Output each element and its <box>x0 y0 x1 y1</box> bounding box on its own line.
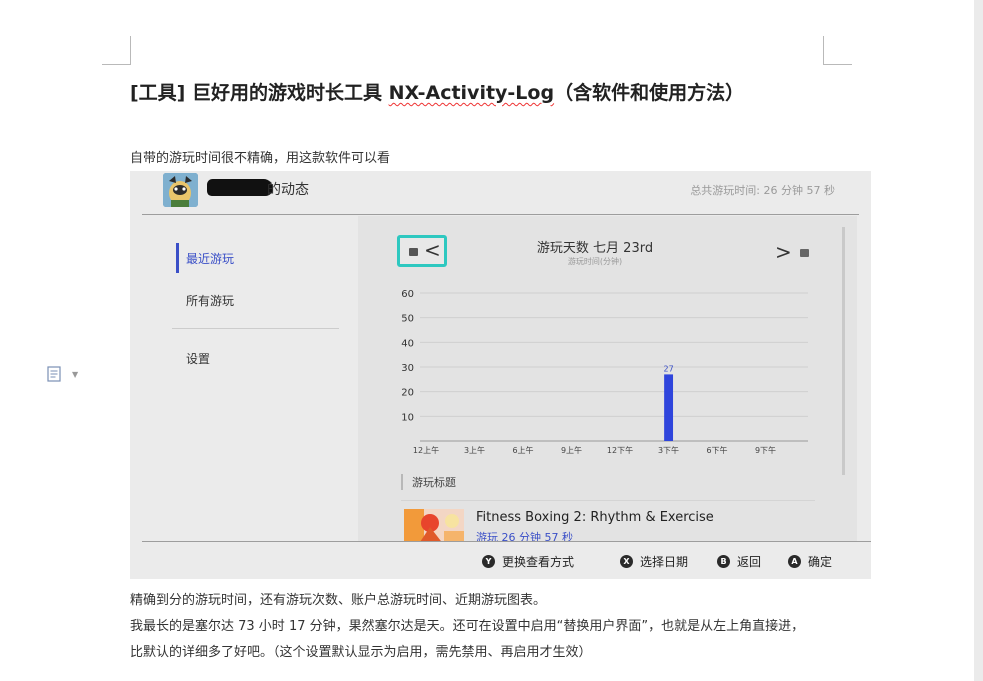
x-tick-label: 3上午 <box>464 445 485 455</box>
hint-label: 确定 <box>808 555 833 569</box>
x-button-icon: X <box>620 555 633 568</box>
nav-item-recent[interactable]: 最近游玩 <box>186 250 234 267</box>
x-tick-label: 12上午 <box>413 445 439 455</box>
x-tick-label: 6下午 <box>706 445 727 455</box>
y-tick-label: 60 <box>401 289 414 300</box>
prev-day-button[interactable]: < <box>397 235 447 267</box>
page-crop-mark-left <box>102 36 131 65</box>
l-button-icon <box>409 248 418 256</box>
b-button-icon: B <box>717 555 730 568</box>
button-hints-bar: Y 更换查看方式 X 选择日期 B 返回 A 确定 <box>130 542 871 579</box>
y-tick-label: 20 <box>401 388 414 399</box>
page-crop-mark-right <box>823 36 852 65</box>
paste-options-icon[interactable] <box>47 366 61 382</box>
chevron-left-icon: < <box>424 238 441 262</box>
playtime-chart: 10 20 30 40 50 60 12上午 3上午 6上午 9上午 12下午 3下午 6下午 9下午 27 <box>401 289 808 455</box>
chart-subtitle: 游玩时间(分钟) <box>567 257 623 266</box>
username-redacted <box>207 179 273 196</box>
title-prefix: [工具] 巨好用的游戏时长工具 <box>130 82 389 104</box>
y-tick-label: 10 <box>401 412 414 423</box>
body-paragraph-1: 精确到分的游玩时间，还有游玩次数、账户总游玩时间、近期游玩图表。 <box>130 593 547 608</box>
x-tick-label: 12下午 <box>607 445 633 455</box>
chevron-down-icon[interactable]: ▼ <box>72 370 78 379</box>
game-thumbnail[interactable] <box>404 509 464 545</box>
list-divider <box>401 500 815 501</box>
x-tick-label: 9下午 <box>755 445 776 455</box>
header-divider <box>142 214 859 215</box>
body-paragraph-3: 比默认的详细多了好吧。（这个设置默认显示为启用，需先禁用、再启用才生效） <box>130 645 592 660</box>
nav-item-settings[interactable]: 设置 <box>186 350 210 367</box>
bar <box>664 374 674 441</box>
nav-divider <box>172 328 339 329</box>
title-app-name: NX-Activity-Log <box>388 82 555 104</box>
hint-back[interactable]: B 返回 <box>717 553 761 570</box>
panel-scrollbar[interactable] <box>842 227 845 475</box>
total-playtime: 总共游玩时间: 26 分钟 57 秒 <box>690 184 835 197</box>
y-tick-label: 30 <box>401 363 414 374</box>
window-scrollbar[interactable] <box>974 0 983 681</box>
document-title: [工具] 巨好用的游戏时长工具 NX-Activity-Log（含软件和使用方法… <box>130 78 744 105</box>
chart-title: 游玩天数 七月 23rd <box>536 241 654 256</box>
x-tick-label: 3下午 <box>658 445 679 455</box>
hint-confirm[interactable]: A 确定 <box>788 553 832 570</box>
hint-change-view[interactable]: Y 更换查看方式 <box>482 553 574 570</box>
game-title[interactable]: Fitness Boxing 2: Rhythm & Exercise <box>476 510 714 525</box>
bar-value-label: 27 <box>663 364 673 373</box>
a-button-icon: A <box>788 555 801 568</box>
body-paragraph-2: 我最长的是塞尔达 73 小时 17 分钟，果然塞尔达是天。还可在设置中启用“替换… <box>130 619 805 634</box>
x-tick-label: 6上午 <box>512 445 533 455</box>
chevron-right-icon[interactable]: > <box>775 242 792 262</box>
hint-label: 更换查看方式 <box>502 555 575 569</box>
x-tick-label: 9上午 <box>561 445 582 455</box>
r-button-icon <box>800 249 809 257</box>
hint-label: 选择日期 <box>640 555 689 569</box>
nav-selected-indicator <box>176 243 179 273</box>
activity-title: 的动态 <box>267 182 309 198</box>
y-tick-label: 50 <box>401 314 414 325</box>
avatar-icon <box>163 173 198 207</box>
hint-label: 返回 <box>737 555 762 569</box>
embedded-screenshot: 的动态 总共游玩时间: 26 分钟 57 秒 最近游玩 所有游玩 设置 < 游玩… <box>130 171 871 579</box>
list-header: 游玩标题 <box>401 474 456 490</box>
y-button-icon: Y <box>482 555 495 568</box>
nav-item-all[interactable]: 所有游玩 <box>186 292 234 309</box>
game-cover-icon <box>404 509 464 545</box>
y-tick-label: 40 <box>401 338 414 349</box>
title-suffix: （含软件和使用方法） <box>554 82 745 104</box>
hint-select-date[interactable]: X 选择日期 <box>620 553 688 570</box>
user-avatar <box>163 173 198 207</box>
intro-text: 自带的游玩时间很不精确，用这款软件可以看 <box>130 151 391 166</box>
